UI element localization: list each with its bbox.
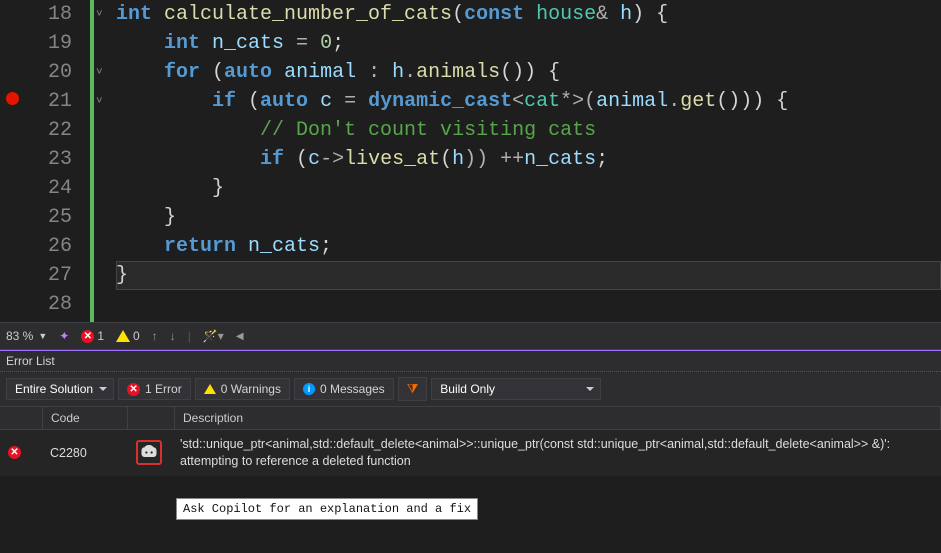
code-line[interactable]: } [116, 261, 941, 290]
code-editor[interactable]: 1819202122232425262728 ˅ ˅ ˅ int calculate… [0, 0, 941, 322]
line-number[interactable]: 27 [0, 261, 72, 290]
line-number[interactable]: 28 [0, 290, 72, 319]
scope-dropdown[interactable]: Entire Solution [6, 378, 114, 400]
info-icon: i [303, 383, 315, 395]
filter-toggle[interactable]: ⧩ [398, 377, 428, 401]
errors-filter-pill[interactable]: ✕ 1 Error [118, 378, 191, 400]
code-line[interactable]: int n_cats = 0; [116, 29, 941, 58]
code-area[interactable]: int calculate_number_of_cats(const house… [110, 0, 941, 322]
filter-icon: ⧩ [407, 381, 419, 397]
mode-dropdown[interactable]: Build Only [431, 378, 601, 400]
row-severity-icon: ✕ [0, 440, 42, 465]
messages-pill-label: 0 Messages [320, 382, 385, 396]
error-row[interactable]: ✕ C2280 'std::unique_ptr<animal,std::def… [0, 430, 941, 476]
line-number[interactable]: 24 [0, 174, 72, 203]
code-line[interactable]: return n_cats; [116, 232, 941, 261]
fold-toggle[interactable]: ˅ [96, 9, 103, 21]
error-icon: ✕ [127, 383, 140, 396]
row-error-desc: 'std::unique_ptr<animal,std::default_del… [172, 430, 941, 476]
error-count-value: 1 [97, 329, 104, 343]
zoom-value: 83 % [6, 329, 33, 343]
error-grid-header: Code Description [0, 407, 941, 430]
code-line[interactable]: } [116, 174, 941, 203]
editor-status-toolbar: 83 % ▼ ✦ ✕ 1 0 ↑ ↓ | 🪄▾ ◀ [0, 322, 941, 350]
warnings-filter-pill[interactable]: 0 Warnings [195, 378, 290, 400]
error-icon: ✕ [81, 330, 94, 343]
error-count[interactable]: ✕ 1 [81, 329, 104, 343]
nav-up-icon[interactable]: ↑ [152, 329, 158, 343]
ask-copilot-button[interactable] [136, 440, 162, 465]
fold-column[interactable]: ˅ ˅ ˅ [94, 0, 110, 322]
collapse-icon[interactable]: ◀ [236, 331, 244, 342]
error-list-tab[interactable]: Error List [0, 351, 941, 372]
line-number[interactable]: 20 [0, 58, 72, 87]
warning-count[interactable]: 0 [116, 329, 140, 343]
col-icon-header[interactable] [0, 407, 43, 429]
line-number[interactable]: 23 [0, 145, 72, 174]
code-line[interactable]: for (auto animal : h.animals()) { [116, 58, 941, 87]
fold-toggle[interactable]: ˅ [96, 67, 103, 79]
screwdriver-icon[interactable]: 🪄▾ [203, 329, 224, 343]
warning-count-value: 0 [133, 329, 140, 343]
code-line[interactable]: int calculate_number_of_cats(const house… [116, 0, 941, 29]
messages-filter-pill[interactable]: i 0 Messages [294, 378, 394, 400]
line-number[interactable]: 19 [0, 29, 72, 58]
col-copilot-header[interactable] [128, 407, 175, 429]
health-indicator[interactable]: ✦ [59, 329, 69, 343]
line-number[interactable]: 25 [0, 203, 72, 232]
line-number[interactable]: 18 [0, 0, 72, 29]
error-list-toolbar: Entire Solution ✕ 1 Error 0 Warnings i 0… [0, 372, 941, 407]
line-number[interactable]: 22 [0, 116, 72, 145]
chevron-down-icon: ▼ [38, 331, 47, 341]
error-icon: ✕ [8, 446, 21, 459]
line-gutter[interactable]: 1819202122232425262728 [0, 0, 90, 322]
code-line[interactable]: } [116, 203, 941, 232]
warning-icon [116, 330, 130, 342]
errors-pill-label: 1 Error [145, 382, 182, 396]
code-line[interactable]: if (auto c = dynamic_cast<cat*>(animal.g… [116, 87, 941, 116]
fold-toggle[interactable]: ˅ [96, 96, 103, 108]
separator: | [188, 329, 191, 343]
col-desc-header[interactable]: Description [175, 407, 941, 429]
row-error-code: C2280 [42, 440, 126, 466]
breakpoint-marker[interactable] [6, 92, 19, 105]
line-number[interactable]: 26 [0, 232, 72, 261]
copilot-icon [140, 443, 158, 459]
zoom-dropdown[interactable]: 83 % ▼ [6, 329, 47, 343]
code-line[interactable]: if (c->lives_at(h)) ++n_cats; [116, 145, 941, 174]
code-line[interactable]: // Don't count visiting cats [116, 116, 941, 145]
nav-down-icon[interactable]: ↓ [170, 329, 176, 343]
warnings-pill-label: 0 Warnings [221, 382, 281, 396]
col-code-header[interactable]: Code [43, 407, 128, 429]
error-list-panel: Error List Entire Solution ✕ 1 Error 0 W… [0, 350, 941, 476]
copilot-tooltip: Ask Copilot for an explanation and a fix [176, 498, 478, 520]
warning-icon [204, 384, 216, 394]
